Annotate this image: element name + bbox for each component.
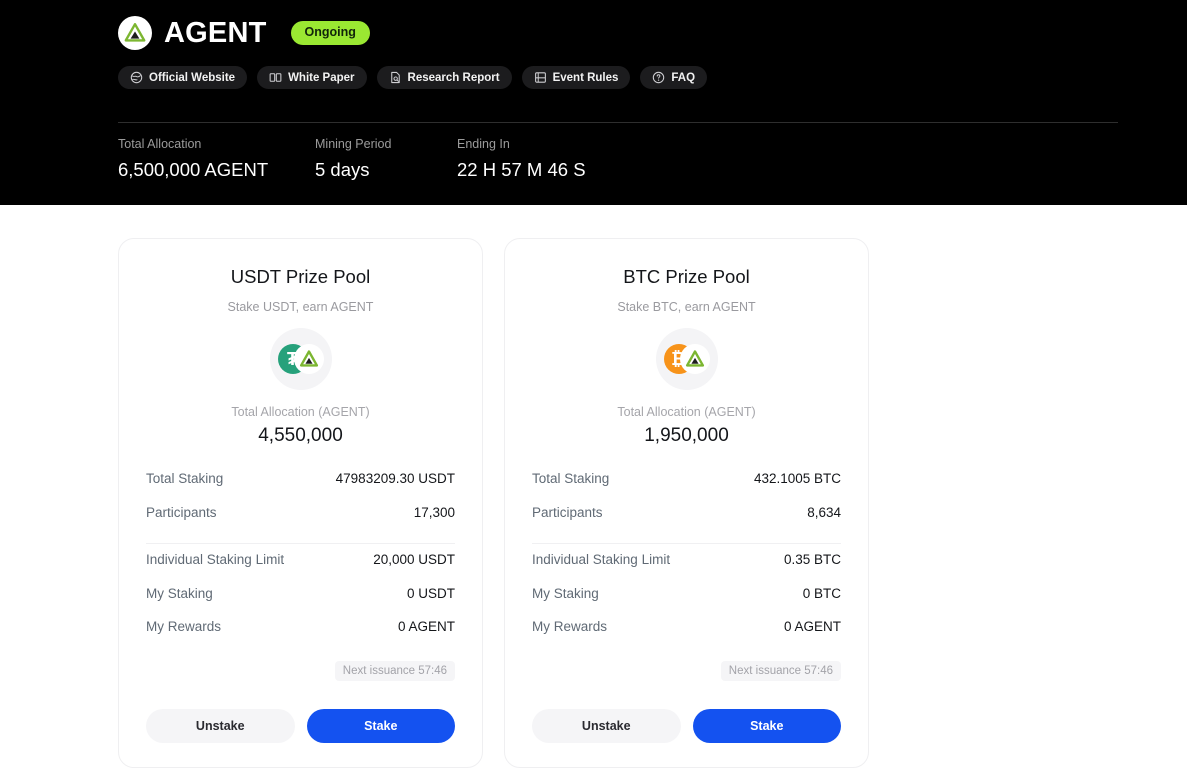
stat-value: 5 days bbox=[315, 158, 370, 180]
page-header: AGENT Ongoing Official Website White Pap… bbox=[0, 0, 1187, 205]
table-row: Total Staking 432.1005 BTC bbox=[532, 471, 841, 505]
row-label: Total Staking bbox=[146, 471, 224, 487]
table-row: My Staking 0 BTC bbox=[532, 586, 841, 620]
token-pair-wrap: ₮ bbox=[146, 328, 455, 391]
token-pair-wrap: ₿ bbox=[532, 328, 841, 391]
allocation-label: Total Allocation (AGENT) bbox=[231, 405, 370, 420]
table-row: Total Staking 47983209.30 USDT bbox=[146, 471, 455, 505]
book-icon bbox=[534, 71, 547, 84]
token-pair: ₿ bbox=[663, 344, 710, 375]
link-event-rules[interactable]: Event Rules bbox=[521, 66, 631, 89]
status-badge: Ongoing bbox=[290, 21, 370, 45]
table-row: My Staking 0 USDT bbox=[146, 586, 455, 620]
link-label: Event Rules bbox=[552, 71, 619, 84]
row-label: Total Staking bbox=[532, 471, 610, 487]
link-label: FAQ bbox=[671, 71, 696, 84]
row-label: My Staking bbox=[146, 585, 213, 601]
allocation-label: Total Allocation (AGENT) bbox=[617, 405, 756, 420]
pool-stats: Total Staking 47983209.30 USDT Participa… bbox=[146, 471, 455, 653]
link-research-report[interactable]: Research Report bbox=[376, 66, 512, 89]
prize-pool-cards: USDT Prize Pool Stake USDT, earn AGENT ₮ bbox=[118, 238, 869, 768]
card-title: USDT Prize Pool bbox=[230, 266, 371, 287]
link-official-website[interactable]: Official Website bbox=[118, 66, 248, 89]
main-content: USDT Prize Pool Stake USDT, earn AGENT ₮ bbox=[0, 205, 1187, 768]
table-row: Individual Staking Limit 0.35 BTC bbox=[532, 552, 841, 586]
header-stats: Total Allocation 6,500,000 AGENT Mining … bbox=[118, 136, 586, 182]
prize-pool-card-btc: BTC Prize Pool Stake BTC, earn AGENT ₿ T… bbox=[504, 238, 869, 768]
link-faq[interactable]: FAQ bbox=[640, 66, 708, 89]
card-actions: Unstake Stake bbox=[532, 708, 841, 743]
issuance-wrap: Next issuance 57:46 bbox=[146, 660, 455, 681]
row-value: 0 AGENT bbox=[783, 619, 841, 635]
agent-pyramid-logo-icon bbox=[118, 16, 152, 50]
link-white-paper[interactable]: White Paper bbox=[257, 66, 367, 89]
table-row: Participants 8,634 bbox=[532, 505, 841, 539]
row-value: 20,000 USDT bbox=[373, 552, 455, 568]
table-row: My Rewards 0 AGENT bbox=[146, 619, 455, 653]
issuance-wrap: Next issuance 57:46 bbox=[532, 660, 841, 681]
row-value: 47983209.30 USDT bbox=[335, 471, 455, 487]
pool-stats: Total Staking 432.1005 BTC Participants … bbox=[532, 471, 841, 653]
row-divider bbox=[532, 543, 841, 545]
row-value: 0 BTC bbox=[802, 585, 841, 601]
token-badge: ₮ bbox=[269, 328, 332, 391]
card-actions: Unstake Stake bbox=[146, 708, 455, 743]
page-title: AGENT bbox=[164, 16, 267, 49]
row-label: My Rewards bbox=[532, 619, 608, 635]
row-divider bbox=[146, 543, 455, 545]
next-issuance-badge: Next issuance 57:46 bbox=[334, 660, 455, 681]
book-open-icon bbox=[269, 71, 282, 84]
row-value: 432.1005 BTC bbox=[753, 471, 841, 487]
row-label: Individual Staking Limit bbox=[532, 552, 671, 568]
document-search-icon bbox=[389, 71, 402, 84]
stake-button[interactable]: Stake bbox=[306, 708, 455, 743]
row-label: My Staking bbox=[532, 585, 599, 601]
stat-label: Total Allocation bbox=[118, 137, 202, 151]
header-divider bbox=[118, 122, 1118, 123]
table-row: Participants 17,300 bbox=[146, 505, 455, 539]
row-label: My Rewards bbox=[146, 619, 222, 635]
allocation-value: 4,550,000 bbox=[258, 425, 343, 447]
unstake-button[interactable]: Unstake bbox=[532, 708, 681, 743]
table-row: Individual Staking Limit 20,000 USDT bbox=[146, 552, 455, 586]
countdown-timer: 22 H 57 M 46 S bbox=[457, 158, 586, 180]
agent-token-icon bbox=[679, 344, 710, 375]
stat-label: Mining Period bbox=[315, 137, 392, 151]
link-label: White Paper bbox=[288, 71, 355, 84]
resource-links: Official Website White Paper Research Re… bbox=[118, 66, 1118, 89]
row-value: 17,300 bbox=[413, 504, 455, 520]
card-subtitle: Stake USDT, earn AGENT bbox=[227, 300, 374, 315]
row-value: 8,634 bbox=[807, 504, 841, 520]
stake-button[interactable]: Stake bbox=[692, 708, 841, 743]
stat-value: 6,500,000 AGENT bbox=[118, 158, 269, 180]
stat-ending-in: Ending In 22 H 57 M 46 S bbox=[457, 136, 586, 182]
token-badge: ₿ bbox=[655, 328, 718, 391]
agent-token-icon bbox=[293, 344, 324, 375]
project-title-row: AGENT Ongoing bbox=[118, 0, 1118, 50]
row-value: 0 AGENT bbox=[397, 619, 455, 635]
token-pair: ₮ bbox=[277, 344, 324, 375]
stat-label: Ending In bbox=[457, 137, 510, 151]
allocation-value: 1,950,000 bbox=[644, 425, 729, 447]
card-subtitle: Stake BTC, earn AGENT bbox=[617, 300, 756, 315]
next-issuance-badge: Next issuance 57:46 bbox=[720, 660, 841, 681]
header-content: AGENT Ongoing Official Website White Pap… bbox=[118, 0, 1118, 89]
prize-pool-card-usdt: USDT Prize Pool Stake USDT, earn AGENT ₮ bbox=[118, 238, 483, 768]
row-value: 0.35 BTC bbox=[783, 552, 841, 568]
globe-icon bbox=[130, 71, 143, 84]
link-label: Research Report bbox=[407, 71, 500, 84]
card-title: BTC Prize Pool bbox=[623, 266, 750, 287]
row-label: Individual Staking Limit bbox=[146, 552, 285, 568]
stat-mining-period: Mining Period 5 days bbox=[315, 136, 457, 182]
row-label: Participants bbox=[532, 504, 603, 520]
row-value: 0 USDT bbox=[406, 585, 455, 601]
stat-total-allocation: Total Allocation 6,500,000 AGENT bbox=[118, 136, 315, 182]
table-row: My Rewards 0 AGENT bbox=[532, 619, 841, 653]
unstake-button[interactable]: Unstake bbox=[146, 708, 295, 743]
row-label: Participants bbox=[146, 504, 217, 520]
question-circle-icon bbox=[652, 71, 665, 84]
link-label: Official Website bbox=[149, 71, 236, 84]
